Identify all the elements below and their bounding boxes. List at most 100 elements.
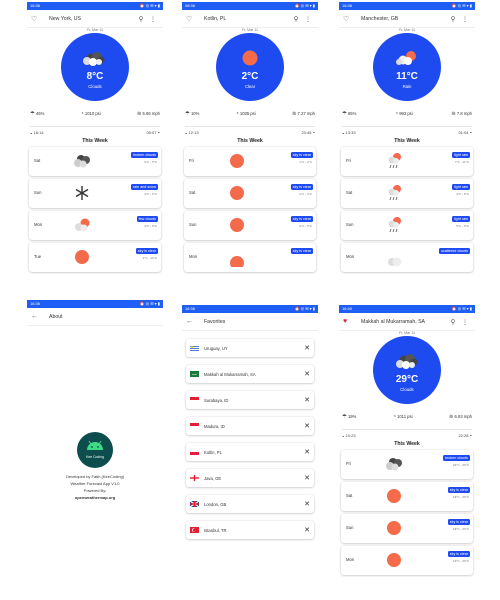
forecast-day: Sun xyxy=(346,222,354,227)
sunrise-icon: ◒ xyxy=(185,130,188,135)
heart-outline-icon[interactable]: ♡ xyxy=(343,15,355,23)
status-bar: 08:36 ⏰ ◎ ✉ ▾ ▮ xyxy=(182,2,318,10)
heart-outline-icon[interactable]: ♡ xyxy=(31,15,43,23)
broken-clouds-icon xyxy=(386,458,402,471)
forecast-card[interactable]: Mon sky is clear 19°C - 30°C xyxy=(341,546,473,575)
close-icon[interactable]: ✕ xyxy=(304,344,310,352)
week-title: This Week xyxy=(394,441,420,447)
more-vert-icon[interactable]: ⋮ xyxy=(147,15,159,23)
heart-filled-icon[interactable]: ♥ xyxy=(343,318,355,325)
forecast-badge: few clouds xyxy=(136,216,158,222)
more-vert-icon[interactable]: ⋮ xyxy=(459,15,471,23)
close-icon[interactable]: ✕ xyxy=(304,370,310,378)
current-temp: 11°C xyxy=(396,71,418,82)
light-rain-icon xyxy=(388,185,401,201)
search-icon[interactable]: ⚲ xyxy=(447,318,459,326)
search-icon[interactable]: ⚲ xyxy=(447,15,459,23)
divider xyxy=(30,126,160,127)
favorite-item[interactable]: Makkah al Mukarramah, SA ✕ xyxy=(186,365,314,383)
search-icon[interactable]: ⚲ xyxy=(290,15,302,23)
forecast-day: Fri xyxy=(346,158,351,163)
forecast-day: Sat xyxy=(34,158,41,163)
snow-icon xyxy=(75,186,89,200)
status-time: 08:36 xyxy=(185,3,196,8)
forecast-card[interactable]: Sat light rain 4°C - 8°C xyxy=(341,179,473,208)
forecast-card[interactable]: Sun sky is clear 0°C - 5°C xyxy=(184,211,316,240)
forecast-card[interactable]: Mon few clouds 4°C - 9°C xyxy=(29,211,161,240)
version-line: Weather Forecast App V1.0 xyxy=(70,481,120,486)
status-icons: ⏰ ◎ ✉ ▾ ▮ xyxy=(294,306,315,311)
forecast-card[interactable]: Fri broken clouds 24°C - 30°C xyxy=(341,450,473,479)
status-bar: 16:40 ⏰ ◎ ✉ ▾ ▮ xyxy=(339,305,475,313)
favorite-item[interactable]: Uruguay, UY ✕ xyxy=(186,339,314,357)
scattered-clouds-icon xyxy=(388,257,402,267)
close-icon[interactable]: ✕ xyxy=(304,474,310,482)
forecast-card[interactable]: Fri sky is clear 1°C - 2°C xyxy=(184,147,316,176)
favorite-label: Java, GE xyxy=(204,475,222,481)
search-icon[interactable]: ⚲ xyxy=(135,15,147,23)
forecast-card[interactable]: Sun rain and snow 4°C - 6°C xyxy=(29,179,161,208)
forecast-card[interactable]: Sat broken clouds 0°C - 5°C xyxy=(29,147,161,176)
forecast-card[interactable]: Fri light rain 7°C - 11°C xyxy=(341,147,473,176)
forecast-card[interactable]: Sat sky is clear -1°C - 3°C xyxy=(184,179,316,208)
sun-row: ◒ 10:23 22:28 ◓ xyxy=(339,433,475,438)
pressure-value: 1035 psi xyxy=(239,111,256,116)
sunrise-time: 10:23 xyxy=(345,433,356,438)
few-clouds-icon xyxy=(75,218,90,232)
forecast-card[interactable]: Sun sky is clear 18°C - 33°C xyxy=(341,514,473,543)
sunset-icon: ◓ xyxy=(312,130,315,135)
favorite-item[interactable]: Java, GE ✕ xyxy=(186,469,314,487)
status-time: 16:36 xyxy=(342,3,353,8)
favorite-item[interactable]: Surabaya, ID ✕ xyxy=(186,391,314,409)
favorite-item[interactable]: Kotlin, PL ✕ xyxy=(186,443,314,461)
forecast-day: Sat xyxy=(346,493,353,498)
forecast-range: 0°C - 5°C xyxy=(144,160,157,164)
arrow-back-icon[interactable]: ← xyxy=(186,318,198,325)
close-icon[interactable]: ✕ xyxy=(304,526,310,534)
forecast-range: 18°C - 33°C xyxy=(452,527,469,531)
close-icon[interactable]: ✕ xyxy=(304,422,310,430)
api-source-link[interactable]: openweathermap.org xyxy=(27,495,163,500)
light-rain-icon xyxy=(388,153,401,169)
favorite-item[interactable]: London, GB ✕ xyxy=(186,495,314,513)
sunrise-time: 18:14 xyxy=(33,130,44,135)
sun-row: ◒ 18:14 05:07 ◓ xyxy=(27,130,163,135)
forecast-range: 24°C - 30°C xyxy=(452,463,469,467)
pressure-value: 993 psi xyxy=(399,111,413,116)
favorite-item[interactable]: Istanbul, TR ✕ xyxy=(186,521,314,539)
forecast-day: Sun xyxy=(346,525,354,530)
sunrise-time: 12:13 xyxy=(188,130,199,135)
wind-value: 7.8 mph xyxy=(456,111,472,116)
status-time: 16:40 xyxy=(342,306,353,311)
favorite-item[interactable]: Madura, ID ✕ xyxy=(186,417,314,435)
rain-cloud-icon xyxy=(396,51,416,65)
forecast-badge: sky is clear xyxy=(135,248,158,254)
screen-about: 16:36 ⏰ ◎ ✉ ▾ ▮ ← About Kee Coding Devel… xyxy=(27,300,163,590)
close-icon[interactable]: ✕ xyxy=(304,500,310,508)
divider xyxy=(342,126,472,127)
status-time: 16:36 xyxy=(30,301,41,306)
more-vert-icon[interactable]: ⋮ xyxy=(459,318,471,326)
forecast-day: Mon xyxy=(346,254,355,259)
heart-outline-icon[interactable]: ♡ xyxy=(186,15,198,23)
forecast-card[interactable]: Tue sky is clear 1°C - 12°C xyxy=(29,243,161,272)
forecast-badge: light rain xyxy=(452,184,470,190)
favorite-label: Madura, ID xyxy=(204,423,225,429)
forecast-card[interactable]: Mon sky is clear xyxy=(184,243,316,272)
forecast-day: Sun xyxy=(34,190,42,195)
arrow-back-icon[interactable]: ← xyxy=(31,313,43,320)
forecast-badge: sky is clear xyxy=(290,152,313,158)
close-icon[interactable]: ✕ xyxy=(304,396,310,404)
forecast-card[interactable]: Mon scattered clouds xyxy=(341,243,473,272)
forecast-card[interactable]: Sun light rain 5°C - 9°C xyxy=(341,211,473,240)
more-vert-icon[interactable]: ⋮ xyxy=(302,15,314,23)
screen-weather-makkah: 16:40 ⏰ ◎ ✉ ▾ ▮ ♥ Makkah al Mukarramah, … xyxy=(339,305,475,595)
screen-weather-new-york: 16:36 ⏰ ◎ ✉ ▾ ▮ ♡ New York, US ⚲ ⋮ Fr, M… xyxy=(27,2,163,292)
forecast-card[interactable]: Sat sky is clear 18°C - 30°C xyxy=(341,482,473,511)
humidity-value: 46% xyxy=(35,111,45,116)
close-icon[interactable]: ✕ xyxy=(304,448,310,456)
forecast-range: 0°C - 5°C xyxy=(299,224,312,228)
forecast-range: 4°C - 8°C xyxy=(456,192,469,196)
forecast-day: Sat xyxy=(346,190,353,195)
flag-icon xyxy=(190,423,199,429)
